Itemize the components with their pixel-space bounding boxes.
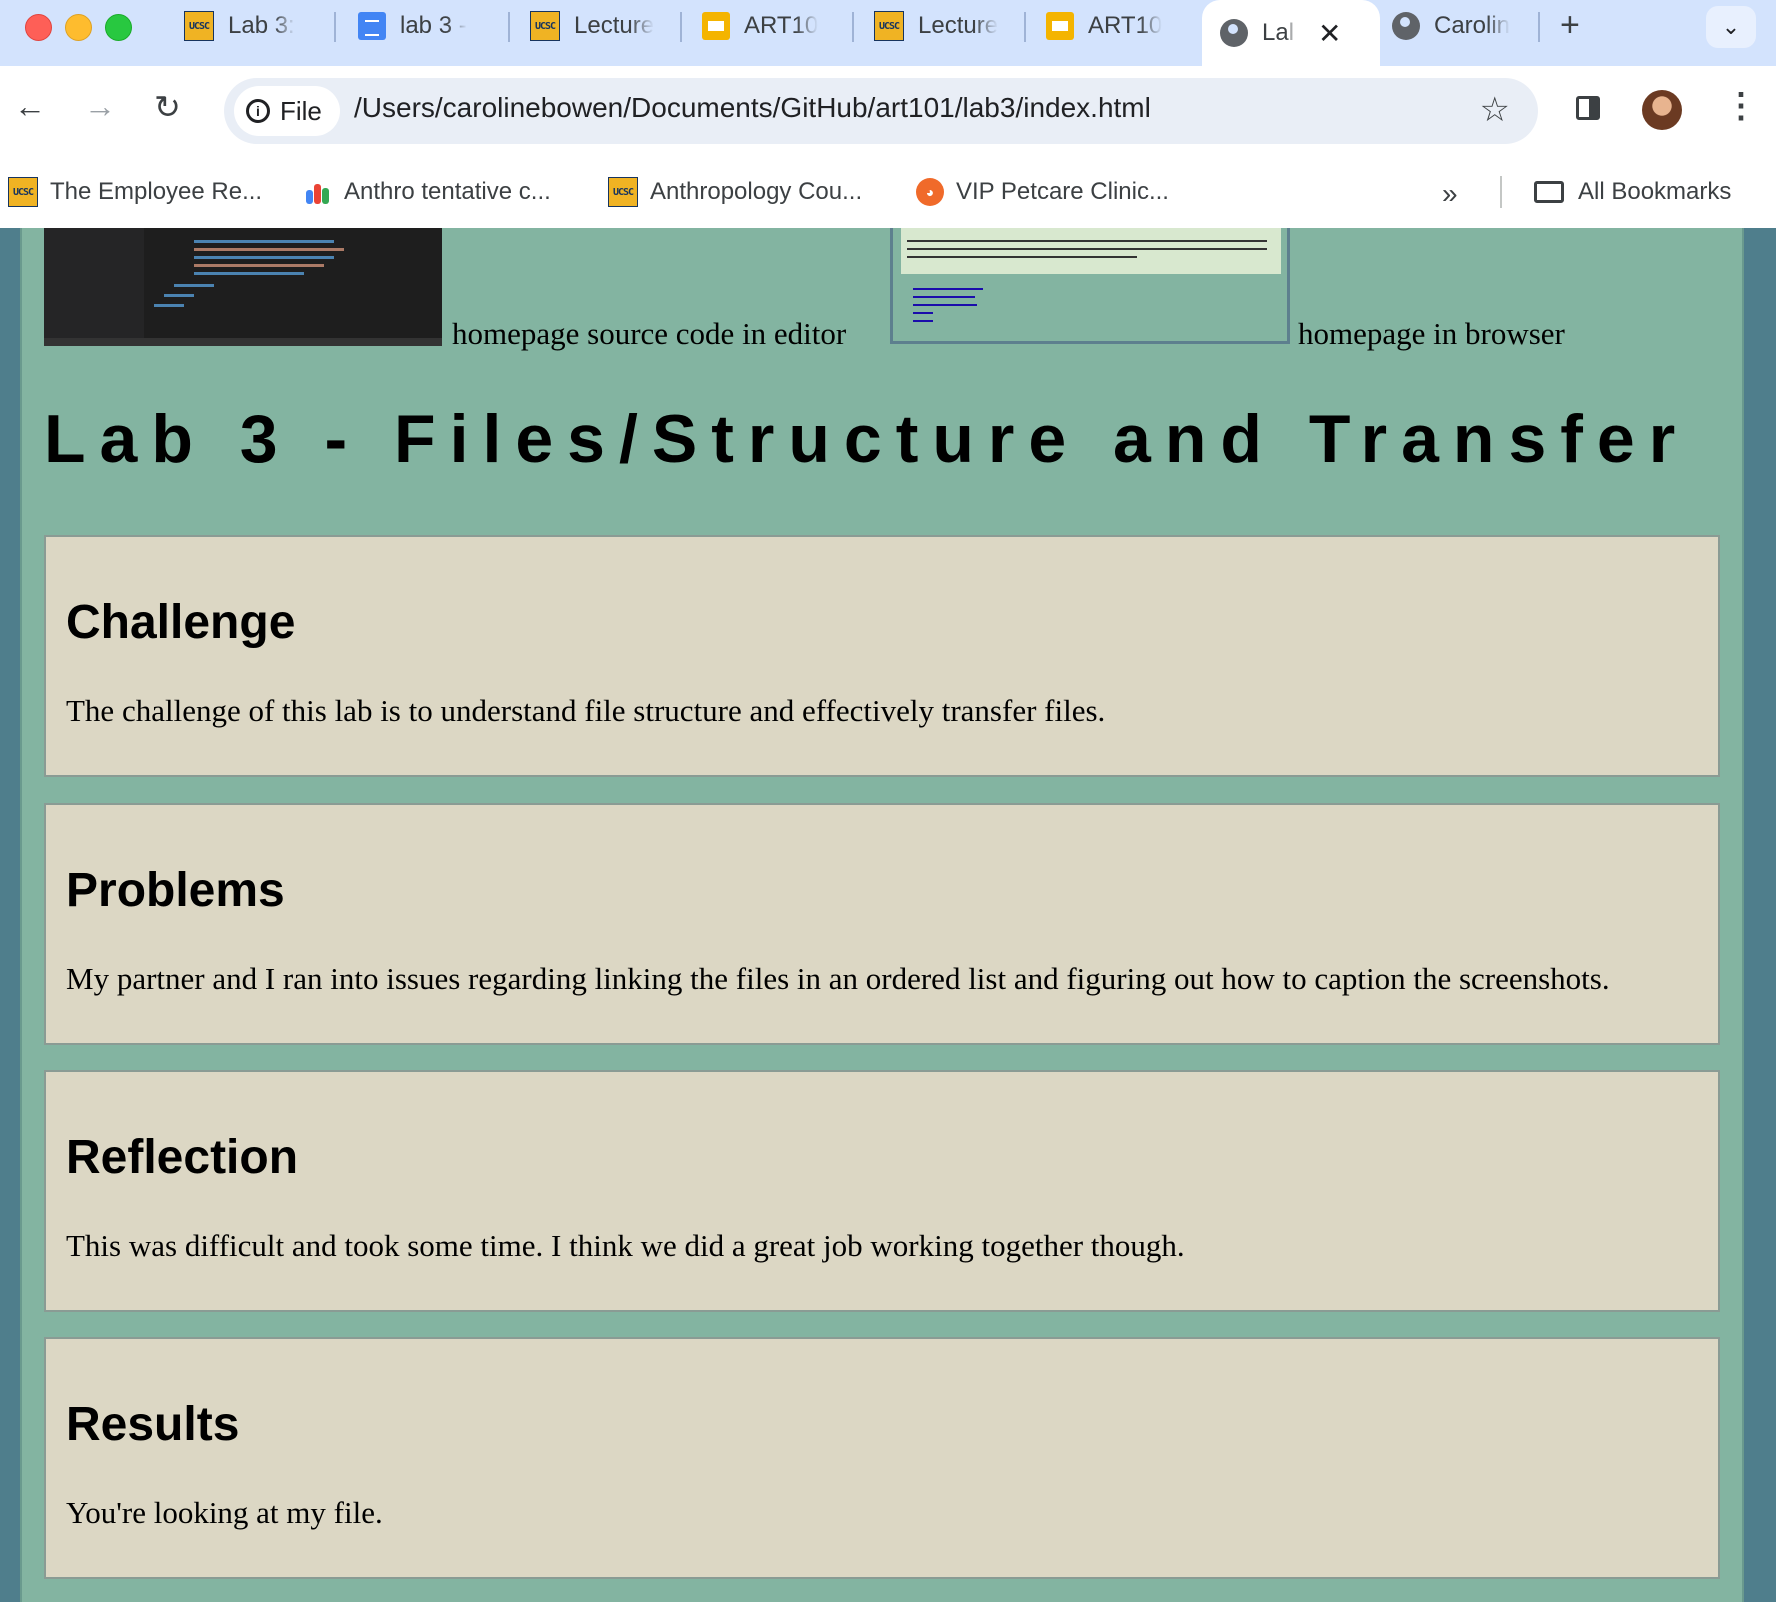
zoom-window-button[interactable] <box>105 14 132 41</box>
section-body: The challenge of this lab is to understa… <box>66 693 1106 728</box>
tab-label: ART10 <box>744 12 819 39</box>
section-heading: Reflection <box>66 1131 299 1184</box>
globe-icon <box>1220 19 1248 47</box>
section-results: Results You're looking at my file. <box>44 1337 1720 1579</box>
cat-icon: ◕ <box>916 178 944 206</box>
bookmarks-bar: UCSC The Employee Re... Anthro tentative… <box>0 156 1776 229</box>
bookmark-label: Anthropology Cou... <box>650 178 863 205</box>
google-slides-icon <box>1046 12 1074 40</box>
page-body: homepage source code in editor homepage … <box>20 228 1744 1602</box>
toolbar: ← → ↻ i File /Users/carolinebowen/Docume… <box>0 66 1776 156</box>
globe-icon <box>1392 12 1420 40</box>
tab-label: Lecture <box>574 12 655 39</box>
google-docs-icon <box>358 12 386 40</box>
reload-icon[interactable]: ↻ <box>154 88 181 126</box>
site-info-label: File <box>280 95 322 126</box>
browser-chrome: UCSC Lab 3: lab 3 - UCSC Lecture ART10 U… <box>0 0 1776 229</box>
ucsc-favicon-icon: UCSC <box>530 11 560 41</box>
tab-label: ART10 <box>1088 12 1163 39</box>
info-icon: i <box>246 99 270 123</box>
tab-separator <box>852 12 854 42</box>
tab-search-chevron-icon[interactable]: ⌄ <box>1706 6 1756 48</box>
close-window-button[interactable] <box>25 14 52 41</box>
tab-separator <box>1538 12 1540 42</box>
google-slides-icon <box>702 12 730 40</box>
profile-avatar[interactable] <box>1642 90 1682 130</box>
tab-strip: UCSC Lab 3: lab 3 - UCSC Lecture ART10 U… <box>0 0 1776 66</box>
screenshots-row: homepage source code in editor homepage … <box>44 228 1744 351</box>
minimize-window-button[interactable] <box>65 14 92 41</box>
tab-label: Lab 3: <box>228 12 295 39</box>
editor-sidebar <box>44 228 144 346</box>
ucsc-favicon-icon: UCSC <box>184 11 214 41</box>
section-reflection: Reflection This was difficult and took s… <box>44 1070 1720 1312</box>
editor-screenshot-caption: homepage source code in editor <box>452 316 847 351</box>
bookmark-star-icon[interactable]: ☆ <box>1480 90 1510 130</box>
page-title: Lab 3 - Files/Structure and Transfer <box>44 401 1690 477</box>
bookmark-label: Anthro tentative c... <box>344 178 551 205</box>
section-heading: Challenge <box>66 596 296 649</box>
side-panel-icon[interactable] <box>1576 96 1600 120</box>
omnibox[interactable]: i File /Users/carolinebowen/Documents/Gi… <box>224 78 1538 144</box>
browser-screenshot-image <box>890 228 1290 344</box>
bookmark-anthro-tentative[interactable]: Anthro tentative c... <box>304 170 551 214</box>
tab-art10[interactable]: ART10 <box>702 0 842 52</box>
back-arrow-icon[interactable]: ← <box>14 88 46 125</box>
tab-label: Lal <box>1262 19 1295 46</box>
tab-label: Lecture <box>918 12 999 39</box>
tab-separator <box>508 12 510 42</box>
tab-lecture[interactable]: UCSC Lecture <box>530 0 670 52</box>
ucsc-favicon-icon: UCSC <box>8 177 38 207</box>
tab-art10-2[interactable]: ART10 <box>1046 0 1186 52</box>
ucsc-favicon-icon: UCSC <box>874 11 904 41</box>
site-info-pill[interactable]: i File <box>234 86 340 136</box>
folder-icon <box>1534 181 1564 203</box>
section-body: My partner and I ran into issues regardi… <box>66 961 1610 996</box>
tab-separator <box>334 12 336 42</box>
section-challenge: Challenge The challenge of this lab is t… <box>44 535 1720 777</box>
bookmark-employee[interactable]: UCSC The Employee Re... <box>8 170 262 214</box>
new-tab-icon[interactable]: + <box>1560 6 1580 45</box>
bookmark-label: The Employee Re... <box>50 178 263 205</box>
more-bookmarks-icon[interactable]: » <box>1442 178 1458 210</box>
tab-lecture-2[interactable]: UCSC Lecture <box>874 0 1014 52</box>
tab-active-lab[interactable]: Lal ✕ <box>1202 0 1380 66</box>
tab-separator <box>1024 12 1026 42</box>
section-heading: Results <box>66 1398 240 1451</box>
close-tab-icon[interactable]: ✕ <box>1318 17 1341 50</box>
section-body: This was difficult and took some time. I… <box>66 1228 1185 1263</box>
bookmark-label: VIP Petcare Clinic... <box>956 178 1169 205</box>
forward-arrow-icon[interactable]: → <box>84 88 116 125</box>
section-heading: Problems <box>66 864 285 917</box>
browser-screenshot-caption: homepage in browser <box>1298 316 1565 351</box>
section-problems: Problems My partner and I ran into issue… <box>44 803 1720 1045</box>
all-bookmarks-label: All Bookmarks <box>1578 178 1732 205</box>
bookmarks-separator <box>1500 176 1502 208</box>
tab-lab3[interactable]: UCSC Lab 3: <box>184 0 324 52</box>
tab-lab3-doc[interactable]: lab 3 - <box>358 0 498 52</box>
tab-label: lab 3 - <box>400 12 467 39</box>
editor-screenshot-image <box>44 228 442 346</box>
address-url[interactable]: /Users/carolinebowen/Documents/GitHub/ar… <box>354 92 1151 124</box>
tab-caroline[interactable]: Carolin <box>1392 0 1532 52</box>
all-bookmarks-button[interactable]: All Bookmarks <box>1534 170 1731 214</box>
section-body: You're looking at my file. <box>66 1495 383 1530</box>
ucsc-favicon-icon: UCSC <box>608 177 638 207</box>
bookmark-anthropology-course[interactable]: UCSC Anthropology Cou... <box>608 170 862 214</box>
page-viewport[interactable]: homepage source code in editor homepage … <box>0 228 1776 1602</box>
more-menu-icon[interactable]: ⋮ <box>1724 86 1758 126</box>
people-icon <box>304 178 332 206</box>
bookmark-vip-petcare[interactable]: ◕ VIP Petcare Clinic... <box>916 170 1169 214</box>
tab-separator <box>680 12 682 42</box>
tab-label: Carolin <box>1434 12 1511 39</box>
